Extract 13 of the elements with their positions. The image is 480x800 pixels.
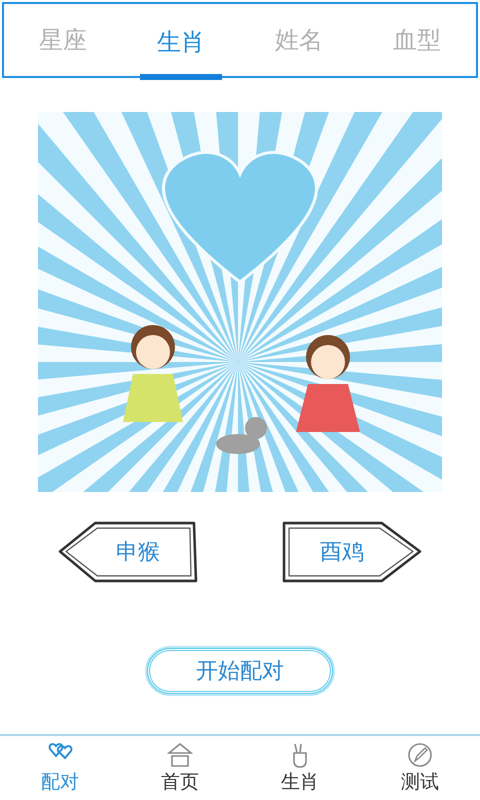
tab[interactable]: 星座 — [22, 4, 104, 76]
zodiac-picker[interactable]: 酉鸡 — [281, 520, 423, 584]
tab[interactable]: 血型 — [376, 4, 458, 76]
pencil-icon — [406, 741, 434, 769]
nav-item[interactable]: 生肖 — [240, 736, 360, 800]
start-match-button[interactable]: 开始配对 — [147, 648, 333, 694]
nav-item[interactable]: 配对 — [0, 736, 120, 800]
nav-item[interactable]: 首页 — [120, 736, 240, 800]
nav-item[interactable]: 测试 — [360, 736, 480, 800]
tab[interactable]: 生肖 — [140, 4, 222, 80]
tab[interactable]: 姓名 — [258, 4, 340, 76]
zodiac-picker[interactable]: 申猴 — [57, 520, 199, 584]
house-icon — [166, 741, 194, 769]
